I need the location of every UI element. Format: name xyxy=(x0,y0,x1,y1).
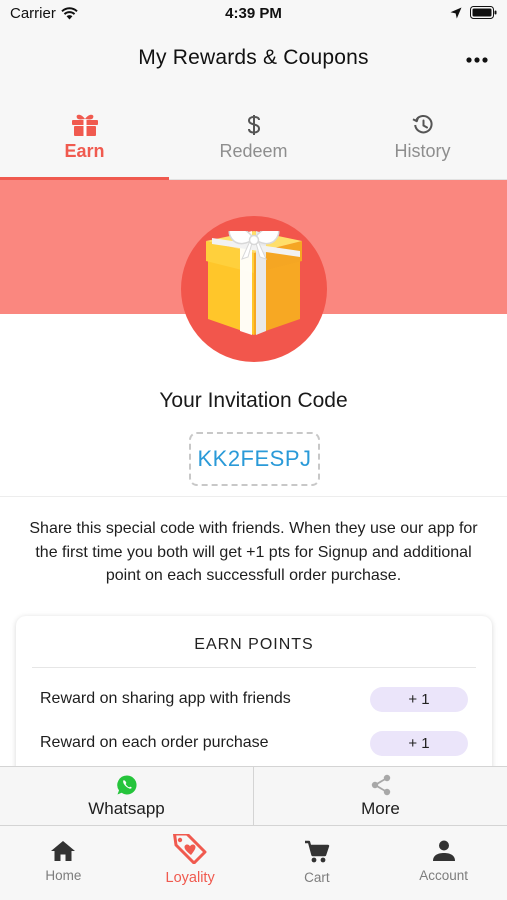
tab-earn[interactable]: Earn xyxy=(0,94,169,180)
earn-row-label: Reward on sharing app with friends xyxy=(40,690,291,707)
account-icon xyxy=(432,840,455,861)
more-share-button[interactable]: More xyxy=(253,767,507,825)
tabbar-loyality[interactable]: Loyality xyxy=(127,826,254,900)
tabbar-home[interactable]: Home xyxy=(0,826,127,900)
tab-history[interactable]: History xyxy=(338,94,507,179)
status-time: 4:39 PM xyxy=(225,5,282,22)
status-right xyxy=(450,6,497,19)
tabbar-cart-label: Cart xyxy=(304,870,330,885)
points-badge: + 1 xyxy=(370,686,468,712)
history-icon xyxy=(412,115,433,134)
earn-points-divider xyxy=(32,667,476,668)
tab-redeem-label: Redeem xyxy=(219,141,288,161)
status-bar: Carrier 4:39 PM xyxy=(0,0,507,28)
home-icon xyxy=(51,841,76,861)
cart-icon xyxy=(304,840,330,863)
dollar-icon xyxy=(247,115,260,135)
share-bar: Whatsapp More xyxy=(0,766,507,826)
share-icon xyxy=(371,774,390,795)
bottom-tab-bar: Home Loyality Cart Account xyxy=(0,826,507,900)
more-horizontal-icon[interactable] xyxy=(465,48,489,72)
divider xyxy=(0,496,507,497)
earn-points-card: EARN POINTS Reward on sharing app with f… xyxy=(16,616,492,786)
whatsapp-share-button[interactable]: Whatsapp xyxy=(0,767,253,825)
tab-redeem[interactable]: Redeem xyxy=(169,94,338,179)
earn-row: Reward on sharing app with friends + 1 xyxy=(40,686,468,712)
segment-tabs: Earn Redeem History xyxy=(0,94,507,180)
tab-earn-label: Earn xyxy=(64,141,105,161)
whatsapp-icon xyxy=(116,774,137,794)
invitation-code[interactable]: KK2FESPJ xyxy=(189,432,320,486)
tabbar-loyality-label: Loyality xyxy=(165,870,215,886)
gift-badge xyxy=(181,216,327,362)
tabbar-account-label: Account xyxy=(419,868,469,883)
more-label: More xyxy=(361,798,400,818)
gift-box-icon xyxy=(206,231,302,335)
points-badge: + 1 xyxy=(370,730,468,756)
nav-bar: My Rewards & Coupons xyxy=(0,28,507,94)
tab-history-label: History xyxy=(394,141,451,161)
whatsapp-label: Whatsapp xyxy=(88,798,165,818)
invitation-description: Share this special code with friends. Wh… xyxy=(29,520,478,584)
gift-icon xyxy=(71,114,98,136)
invitation-title: Your Invitation Code xyxy=(159,389,348,412)
earn-row: Reward on each order purchase + 1 xyxy=(40,730,468,756)
tabbar-cart[interactable]: Cart xyxy=(254,826,381,900)
battery-icon xyxy=(470,6,497,19)
earn-row-label: Reward on each order purchase xyxy=(40,734,269,751)
page-title: My Rewards & Coupons xyxy=(138,46,369,69)
loyalty-tag-icon xyxy=(173,834,207,864)
tabbar-account[interactable]: Account xyxy=(380,826,507,900)
tabbar-home-label: Home xyxy=(45,868,82,883)
earn-points-title: EARN POINTS xyxy=(194,636,314,653)
location-arrow-icon xyxy=(450,7,462,18)
